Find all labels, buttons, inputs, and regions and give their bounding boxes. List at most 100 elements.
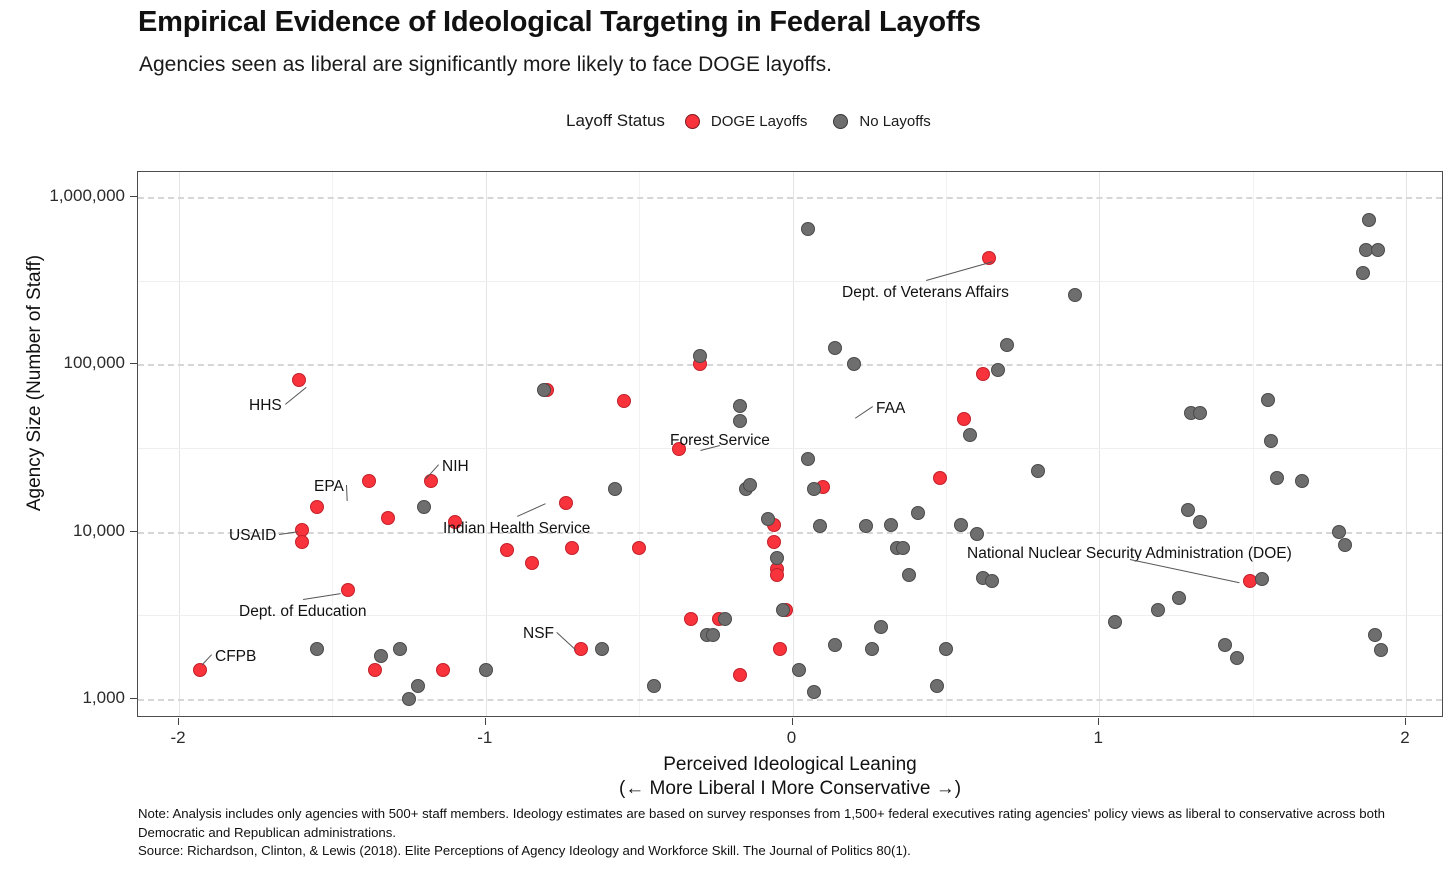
data-point[interactable] (1374, 643, 1389, 658)
data-point[interactable] (957, 412, 972, 427)
annotation-label: National Nuclear Security Administration… (967, 545, 1292, 562)
annotation-leader-line (201, 654, 212, 666)
data-point[interactable] (558, 496, 573, 511)
y-axis-label: Agency Size (Number of Staff) (24, 254, 45, 512)
data-point[interactable] (859, 519, 874, 534)
x-tick-label: 1 (1093, 728, 1103, 747)
data-point[interactable] (828, 341, 843, 356)
data-point[interactable] (760, 512, 775, 527)
data-point[interactable] (294, 534, 309, 549)
data-point[interactable] (791, 662, 806, 677)
data-point[interactable] (969, 526, 984, 541)
data-point[interactable] (1172, 591, 1186, 606)
data-point[interactable] (767, 534, 782, 549)
data-point[interactable] (595, 641, 610, 656)
data-point[interactable] (1067, 287, 1082, 302)
annotation-leader-line (285, 387, 307, 405)
gridline-h-minor (138, 448, 1442, 449)
data-point[interactable] (417, 500, 432, 515)
data-point[interactable] (984, 573, 999, 588)
data-point[interactable] (733, 667, 748, 682)
data-point[interactable] (1260, 393, 1275, 408)
data-point[interactable] (1193, 406, 1208, 421)
data-point[interactable] (500, 542, 515, 557)
chart-title: Empirical Evidence of Ideological Target… (138, 6, 981, 38)
data-point[interactable] (1030, 464, 1045, 479)
data-point[interactable] (1294, 474, 1309, 489)
data-point[interactable] (564, 540, 579, 555)
data-point[interactable] (1270, 470, 1285, 485)
data-point[interactable] (963, 427, 978, 442)
data-point[interactable] (291, 372, 306, 387)
data-point[interactable] (800, 222, 815, 237)
legend-item[interactable]: DOGE Layoffs (684, 112, 808, 130)
data-point[interactable] (310, 641, 325, 656)
data-point[interactable] (1150, 603, 1165, 618)
data-point[interactable] (874, 619, 889, 634)
data-point[interactable] (1337, 538, 1352, 553)
data-point[interactable] (1107, 614, 1122, 629)
data-point[interactable] (991, 363, 1006, 378)
data-point[interactable] (929, 678, 944, 693)
data-point[interactable] (1362, 212, 1377, 227)
data-point[interactable] (770, 568, 785, 583)
data-point[interactable] (806, 685, 821, 700)
legend-item[interactable]: No Layoffs (833, 113, 931, 130)
data-point[interactable] (647, 678, 662, 693)
data-point[interactable] (1181, 502, 1196, 517)
x-tick-mark (484, 718, 486, 725)
data-point[interactable] (1264, 433, 1279, 448)
data-point[interactable] (607, 481, 622, 496)
data-point[interactable] (800, 452, 815, 467)
data-point[interactable] (632, 540, 647, 555)
annotation-label: NIH (442, 458, 469, 475)
data-point[interactable] (616, 394, 631, 409)
data-point[interactable] (1254, 572, 1269, 587)
data-point[interactable] (340, 582, 355, 597)
data-point[interactable] (1371, 243, 1386, 258)
data-point[interactable] (733, 413, 748, 428)
data-point[interactable] (1356, 266, 1371, 281)
data-point[interactable] (975, 367, 990, 382)
data-point[interactable] (1368, 628, 1383, 643)
y-tick-label: 1,000,000 (49, 186, 125, 205)
data-point[interactable] (1000, 338, 1015, 353)
data-point[interactable] (806, 481, 821, 496)
data-point[interactable] (380, 511, 395, 526)
legend-item-label: DOGE Layoffs (710, 112, 808, 130)
data-point[interactable] (1218, 638, 1233, 653)
data-point[interactable] (705, 628, 720, 643)
data-point[interactable] (938, 641, 953, 656)
data-point[interactable] (478, 662, 493, 677)
data-point[interactable] (1331, 524, 1346, 539)
data-point[interactable] (310, 500, 325, 515)
data-point[interactable] (902, 568, 917, 583)
data-point[interactable] (392, 641, 407, 656)
data-point[interactable] (435, 662, 450, 677)
data-point[interactable] (954, 517, 969, 532)
data-point[interactable] (193, 662, 208, 677)
data-point[interactable] (684, 612, 699, 627)
data-point[interactable] (911, 505, 926, 520)
data-point[interactable] (402, 692, 417, 706)
data-point[interactable] (718, 612, 732, 627)
data-point[interactable] (1230, 651, 1245, 666)
data-point[interactable] (773, 641, 788, 656)
data-point[interactable] (770, 550, 785, 565)
data-point[interactable] (742, 478, 757, 493)
data-point[interactable] (846, 357, 861, 372)
data-point[interactable] (374, 649, 389, 664)
data-point[interactable] (828, 638, 843, 653)
data-point[interactable] (362, 474, 377, 489)
data-point[interactable] (524, 555, 539, 570)
data-point[interactable] (932, 470, 947, 485)
x-axis-label-line2: (← More Liberal I More Conservative →) (618, 778, 962, 800)
data-point[interactable] (895, 540, 910, 555)
data-point[interactable] (733, 399, 748, 414)
data-point[interactable] (813, 519, 828, 534)
data-point[interactable] (883, 517, 898, 532)
data-point[interactable] (368, 662, 383, 677)
data-point[interactable] (1193, 514, 1208, 529)
data-point[interactable] (411, 678, 426, 693)
data-point[interactable] (865, 641, 880, 656)
